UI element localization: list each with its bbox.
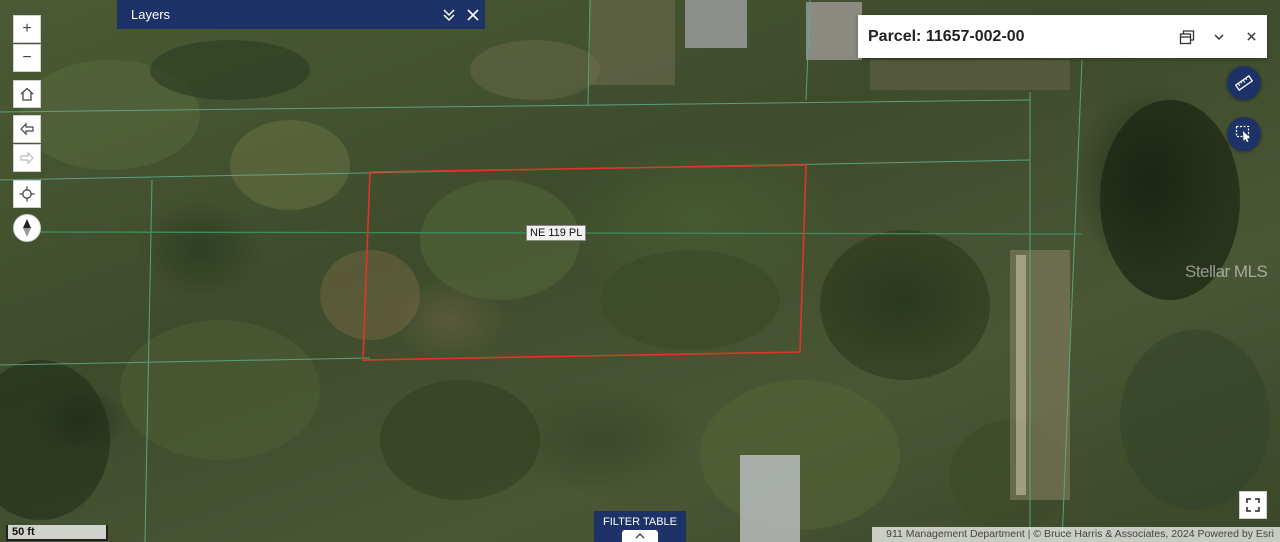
collapse-button[interactable] bbox=[437, 3, 461, 27]
expand-table-handle[interactable] bbox=[622, 530, 658, 542]
close-layers-button[interactable] bbox=[461, 3, 485, 27]
zoom-out-button[interactable]: − bbox=[13, 44, 41, 72]
close-icon bbox=[1246, 32, 1256, 41]
attribution: 911 Management Department | © Bruce Harr… bbox=[872, 527, 1280, 542]
filter-table-button[interactable]: FILTER TABLE bbox=[594, 511, 686, 542]
fullscreen-button[interactable] bbox=[1239, 491, 1267, 519]
fullscreen-icon bbox=[1246, 498, 1260, 512]
ruler-icon bbox=[1235, 75, 1253, 91]
watermark: Stellar MLS bbox=[1185, 262, 1268, 281]
filter-table-label: FILTER TABLE bbox=[603, 516, 677, 528]
scale-bar: 50 ft bbox=[6, 525, 108, 541]
popup-title: Parcel: 11657-002-00 bbox=[868, 27, 1025, 45]
street-label: NE 119 PL bbox=[526, 225, 587, 241]
chevron-up-icon bbox=[635, 533, 645, 539]
previous-extent-button[interactable] bbox=[13, 115, 41, 143]
layers-title: Layers bbox=[131, 7, 171, 22]
select-tool-button[interactable] bbox=[1227, 117, 1261, 151]
arrow-right-icon bbox=[20, 151, 34, 165]
satellite-map[interactable]: NE 119 PL Stellar MLS bbox=[0, 0, 1280, 542]
collapse-popup-button[interactable] bbox=[1203, 21, 1235, 53]
close-popup-button[interactable] bbox=[1235, 21, 1267, 53]
layers-panel-header[interactable]: Layers bbox=[117, 0, 485, 29]
locate-button[interactable] bbox=[13, 180, 41, 208]
compass-icon bbox=[23, 219, 31, 237]
dock-button[interactable] bbox=[1171, 21, 1203, 53]
next-extent-button[interactable] bbox=[13, 144, 41, 172]
close-icon bbox=[467, 8, 479, 21]
parcel-popup: Parcel: 11657-002-00 bbox=[858, 15, 1267, 58]
zoom-in-button[interactable]: + bbox=[13, 15, 41, 43]
crosshair-icon bbox=[19, 186, 35, 202]
home-icon bbox=[20, 87, 34, 101]
selected-parcel-outline bbox=[362, 164, 807, 361]
double-chevron-down-icon bbox=[443, 8, 455, 21]
home-button[interactable] bbox=[13, 80, 41, 108]
select-icon bbox=[1235, 125, 1250, 142]
arrow-left-icon bbox=[20, 122, 34, 136]
dock-icon bbox=[1179, 29, 1195, 44]
compass-button[interactable] bbox=[13, 214, 41, 242]
chevron-down-icon bbox=[1214, 33, 1224, 40]
measure-button[interactable] bbox=[1227, 66, 1261, 100]
parcel-lines bbox=[0, 0, 1083, 542]
